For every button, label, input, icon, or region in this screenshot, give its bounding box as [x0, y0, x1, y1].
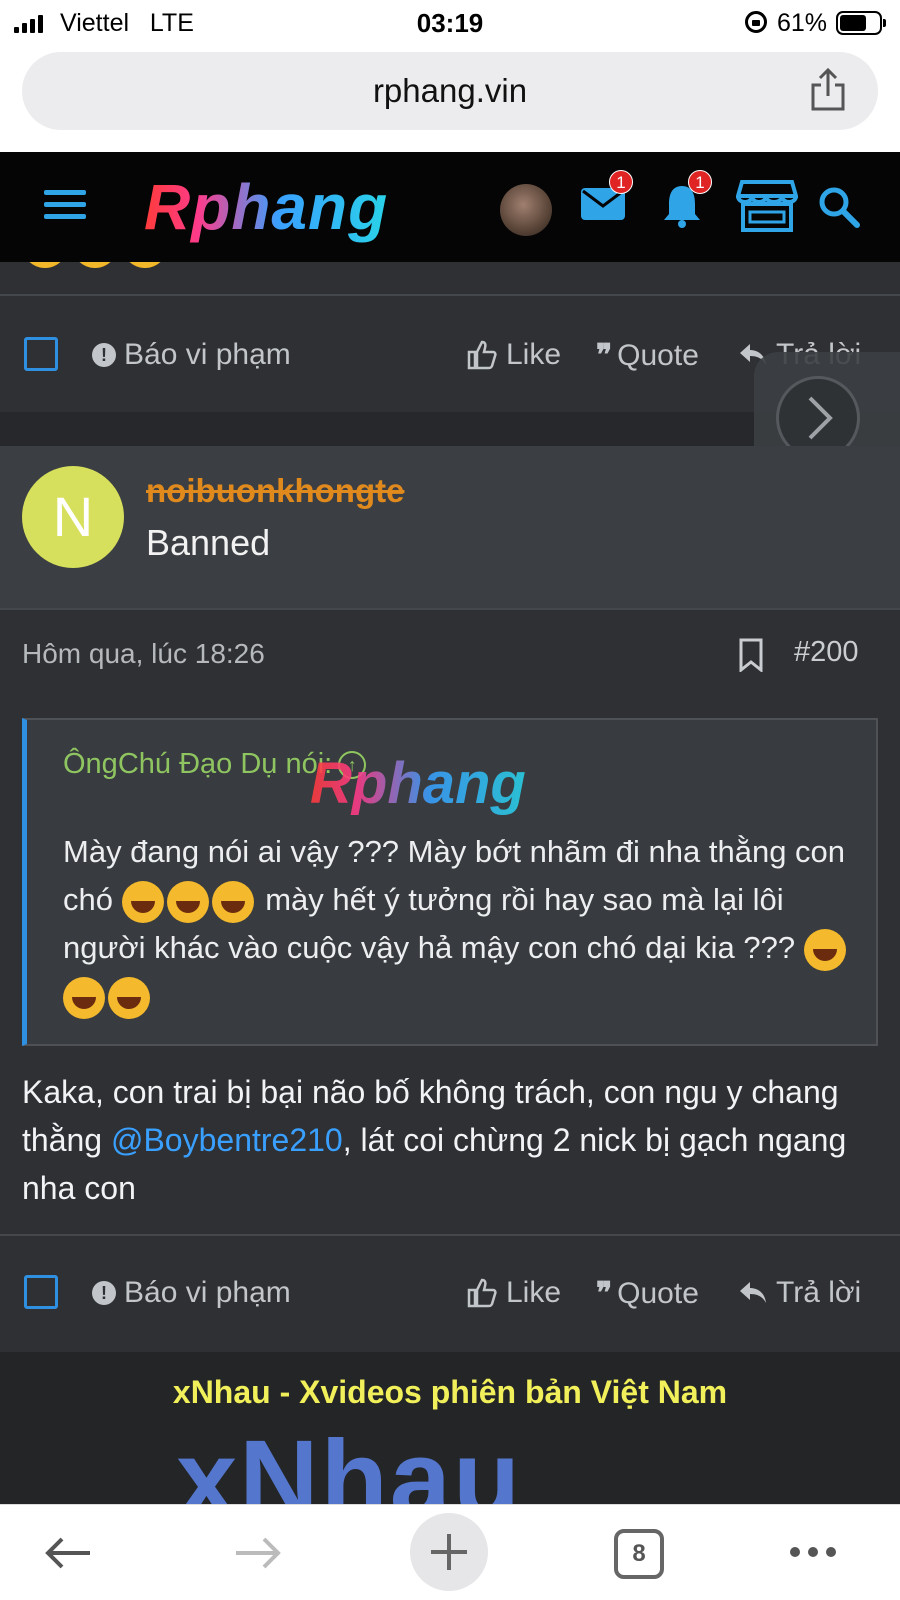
ad-banner[interactable]: xNhau - Xvideos phiên bản Việt Nam xNhau — [0, 1352, 900, 1504]
search-icon[interactable] — [818, 186, 860, 228]
like-button[interactable]: Like — [466, 338, 561, 372]
like-button[interactable]: Like — [466, 1276, 561, 1310]
post-actions: ! Báo vi phạm Like ❞ Quote Trả lời — [0, 1262, 900, 1322]
user-mention-link[interactable]: @Boybentre210 — [111, 1122, 343, 1158]
tabs-count-button[interactable]: 8 — [614, 1529, 664, 1579]
battery-percent: 61% — [777, 9, 828, 37]
back-arrow-icon[interactable] — [42, 1533, 94, 1573]
reply-button[interactable]: Trả lời — [738, 1276, 861, 1310]
report-label: Báo vi phạm — [124, 1276, 291, 1309]
poster-user-title: Banned — [146, 522, 271, 563]
menu-icon[interactable] — [44, 190, 86, 222]
quote-button[interactable]: ❞ Quote — [596, 338, 699, 373]
post-body: Kaka, con trai bị bại não bố không trách… — [22, 1068, 862, 1212]
like-label: Like — [506, 1276, 562, 1309]
alert-icon: ! — [92, 343, 116, 367]
reply-label: Trả lời — [776, 1276, 862, 1309]
reply-icon — [740, 1282, 766, 1303]
alert-icon: ! — [92, 1281, 116, 1305]
thread-content: ! Báo vi phạm Like ❞ Quote Trả lời N noi… — [0, 262, 900, 1504]
quote-body: Mày đang nói ai vậy ??? Mày bớt nhãm đi … — [63, 828, 853, 1020]
notifications-badge: 1 — [688, 170, 712, 194]
status-bar: Viettel LTE 03:19 61% — [0, 0, 900, 46]
emoji-row — [22, 262, 168, 268]
url-text[interactable]: rphang.vin — [22, 72, 878, 110]
new-tab-plus-icon[interactable] — [410, 1513, 488, 1591]
report-label: Báo vi phạm — [124, 338, 291, 371]
share-icon[interactable] — [808, 68, 848, 112]
poster-username[interactable]: noibuonkhongte — [146, 472, 404, 510]
quote-author-label: ÔngChú Đạo Dụ nói: — [63, 748, 333, 780]
post-date[interactable]: Hôm qua, lúc 18:26 — [22, 638, 265, 670]
post-user-header: N noibuonkhongte Banned — [0, 446, 900, 608]
post-meta: Hôm qua, lúc 18:26 #200 — [0, 608, 900, 696]
thumbs-up-icon — [467, 340, 497, 370]
quote-label: Quote — [617, 338, 699, 372]
bookmark-icon[interactable] — [738, 638, 764, 672]
site-header: Rphang 1 1 — [0, 152, 900, 262]
poster-avatar[interactable]: N — [22, 466, 124, 568]
address-bar[interactable]: rphang.vin — [22, 52, 878, 130]
quote-label: Quote — [617, 1276, 699, 1310]
browser-address-area: rphang.vin — [0, 46, 900, 152]
ad-title[interactable]: xNhau - Xvideos phiên bản Việt Nam — [0, 1374, 900, 1411]
rofl-emoji-icon — [121, 880, 257, 923]
watermark-logo: Rphang — [310, 751, 526, 816]
select-post-checkbox[interactable] — [24, 337, 58, 371]
ad-logo[interactable]: xNhau — [176, 1416, 522, 1504]
site-logo[interactable]: Rphang — [144, 170, 388, 244]
more-options-icon[interactable] — [790, 1547, 836, 1557]
quote-icon: ❞ — [596, 338, 612, 373]
user-avatar[interactable] — [500, 184, 552, 236]
divider — [0, 1234, 900, 1236]
report-button[interactable]: ! Báo vi phạm — [92, 1276, 291, 1310]
battery-icon — [836, 11, 886, 35]
post-number[interactable]: #200 — [794, 636, 859, 669]
quote-icon: ❞ — [596, 1276, 612, 1311]
forward-arrow-icon[interactable] — [232, 1533, 284, 1573]
select-post-checkbox[interactable] — [24, 1275, 58, 1309]
browser-toolbar: 8 — [0, 1504, 900, 1600]
thumbs-up-icon — [467, 1278, 497, 1308]
report-button[interactable]: ! Báo vi phạm — [92, 338, 291, 372]
store-icon[interactable] — [736, 178, 798, 234]
mail-badge: 1 — [609, 170, 633, 194]
rotation-lock-icon — [745, 11, 767, 33]
divider — [0, 294, 900, 296]
quote-button[interactable]: ❞ Quote — [596, 1276, 699, 1311]
like-label: Like — [506, 338, 562, 371]
